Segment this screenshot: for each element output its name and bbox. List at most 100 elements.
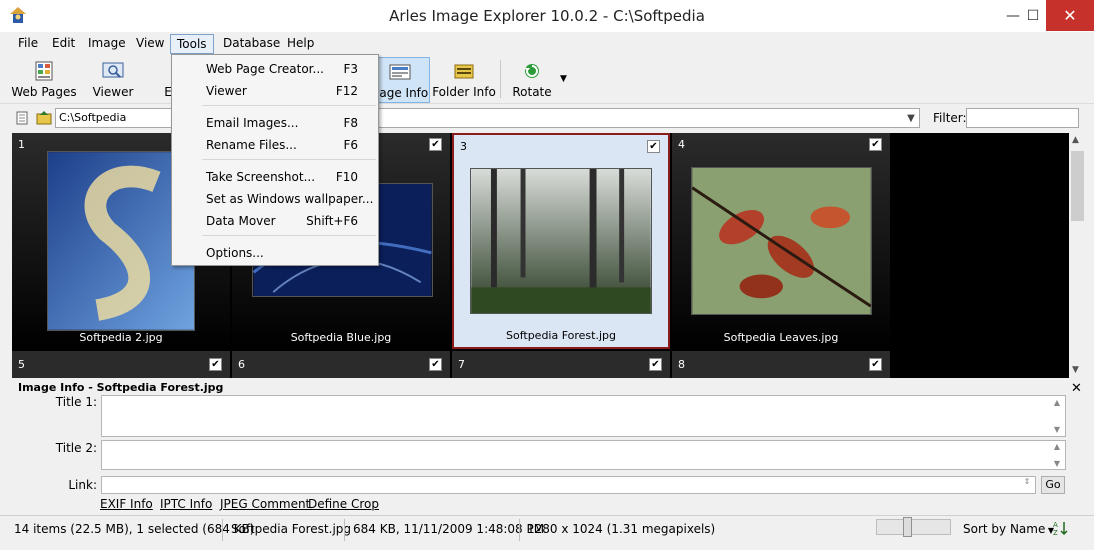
field-spin-icon[interactable]: ⇕: [1020, 477, 1034, 486]
folder-up-icon[interactable]: [36, 110, 52, 125]
menu-item-label: Options...: [206, 246, 264, 260]
rotate-dropdown-icon[interactable]: ▼: [560, 74, 567, 84]
scroll-down-icon[interactable]: ▼: [1072, 365, 1079, 375]
menu-item-set-wallpaper[interactable]: Set as Windows wallpaper...: [174, 188, 376, 210]
folder-info-label: Folder Info: [432, 85, 496, 99]
menu-item-label: Web Page Creator...: [206, 62, 324, 76]
status-bar: 14 items (22.5 MB), 1 selected (684 KB) …: [0, 515, 1094, 550]
grid-scrollbar[interactable]: ▲ ▼: [1069, 133, 1086, 378]
menu-item-label: Rename Files...: [206, 138, 297, 152]
status-separator: [344, 519, 345, 541]
thumbnail-item[interactable]: 7 ✔: [452, 351, 670, 378]
go-button[interactable]: Go: [1041, 476, 1065, 494]
menu-item-label: Viewer: [206, 84, 247, 98]
thumbnail-number: 5: [18, 358, 25, 371]
path-dropdown-icon[interactable]: ▼: [903, 109, 919, 127]
menu-help[interactable]: Help: [281, 34, 320, 54]
menu-item-rename-files[interactable]: Rename Files... F6: [174, 134, 376, 156]
menu-item-shortcut: F10: [335, 170, 358, 184]
thumbnail-item-selected[interactable]: 3 ✔ Softpedia Forest.jpg: [452, 133, 670, 349]
field-scroll-up-icon[interactable]: ▲: [1050, 442, 1064, 451]
menu-database[interactable]: Database: [217, 34, 286, 54]
title-bar: Arles Image Explorer 10.0.2 - C:\Softped…: [0, 0, 1094, 32]
menu-item-shortcut: F3: [343, 62, 358, 76]
menu-file[interactable]: File: [12, 34, 44, 54]
exif-info-link[interactable]: EXIF Info: [100, 497, 153, 511]
document-icon[interactable]: [16, 111, 28, 125]
thumbnail-checkbox[interactable]: ✔: [869, 358, 882, 371]
menu-bar: File Edit Image View Tools Database Help: [0, 32, 1094, 54]
svg-text:A: A: [1053, 521, 1058, 529]
image-info-panel: Image Info - Softpedia Forest.jpg ✕ Titl…: [12, 379, 1086, 513]
image-info-icon: [389, 64, 411, 80]
zoom-slider-handle[interactable]: [903, 517, 912, 537]
thumbnail-checkbox[interactable]: ✔: [429, 138, 442, 151]
field-scroll-up-icon[interactable]: ▲: [1050, 398, 1064, 407]
thumbnail-caption: Softpedia Forest.jpg: [505, 329, 616, 342]
thumbnail-caption: Softpedia Blue.jpg: [290, 331, 392, 344]
thumbnail-number: 3: [460, 140, 467, 153]
menu-item-web-page-creator[interactable]: Web Page Creator... F3: [174, 58, 376, 80]
web-pages-label: Web Pages: [11, 85, 77, 99]
menu-tools[interactable]: Tools: [170, 34, 214, 54]
sort-az-icon[interactable]: A Z: [1052, 519, 1070, 537]
define-crop-link[interactable]: Define Crop: [308, 497, 379, 511]
menu-item-email-images[interactable]: Email Images... F8: [174, 112, 376, 134]
status-items: 14 items (22.5 MB), 1 selected (684 KB): [14, 522, 255, 536]
link-field[interactable]: ⇕: [101, 476, 1036, 494]
filter-input[interactable]: [966, 108, 1079, 128]
title1-field[interactable]: ▲ ▼: [101, 395, 1066, 437]
menu-view[interactable]: View: [130, 34, 170, 54]
thumbnail-item[interactable]: 6 ✔: [232, 351, 450, 378]
thumbnail-checkbox[interactable]: ✔: [429, 358, 442, 371]
thumbnail-number: 6: [238, 358, 245, 371]
web-pages-button[interactable]: Web Pages: [10, 57, 78, 103]
field-scroll-down-icon[interactable]: ▼: [1050, 459, 1064, 468]
field-scroll-down-icon[interactable]: ▼: [1050, 425, 1064, 434]
menu-item-data-mover[interactable]: Data Mover Shift+F6: [174, 210, 376, 232]
thumbnail-checkbox[interactable]: ✔: [869, 138, 882, 151]
thumbnail-item[interactable]: 8 ✔: [672, 351, 890, 378]
menu-image[interactable]: Image: [82, 34, 132, 54]
sort-dropdown[interactable]: Sort by Name ▼: [963, 522, 1054, 536]
web-pages-icon: [35, 61, 53, 81]
viewer-label: Viewer: [92, 85, 134, 99]
thumbnail-checkbox[interactable]: ✔: [647, 140, 660, 153]
scroll-up-icon[interactable]: ▲: [1072, 135, 1079, 145]
title2-label: Title 2:: [55, 441, 97, 455]
svg-text:Z: Z: [1053, 529, 1058, 537]
zoom-slider-track[interactable]: [876, 519, 951, 535]
thumbnail-image: [470, 168, 652, 314]
title2-field[interactable]: ▲ ▼: [101, 440, 1066, 470]
image-info-label: nage Info: [371, 86, 429, 100]
close-icon[interactable]: ✕: [1071, 381, 1082, 396]
menu-item-shortcut: F6: [343, 138, 358, 152]
thumbnail-caption: Softpedia 2.jpg: [79, 331, 163, 344]
viewer-button[interactable]: Viewer: [88, 57, 138, 103]
close-button[interactable]: ✕: [1046, 0, 1094, 31]
maximize-button[interactable]: ☐: [1024, 0, 1042, 31]
menu-separator: [202, 235, 376, 236]
status-dimensions: 1280 x 1024 (1.31 megapixels): [527, 522, 716, 536]
toolbar-separator: [500, 60, 501, 98]
menu-separator: [202, 105, 376, 106]
thumbnail-item[interactable]: 4 ✔ Softpedia Leaves.jpg: [672, 133, 890, 349]
menu-item-viewer[interactable]: Viewer F12: [174, 80, 376, 102]
thumbnail-checkbox[interactable]: ✔: [209, 358, 222, 371]
menu-edit[interactable]: Edit: [46, 34, 81, 54]
thumbnail-checkbox[interactable]: ✔: [649, 358, 662, 371]
status-filename: Softpedia Forest.jpg: [231, 522, 352, 536]
menu-item-options[interactable]: Options...: [174, 242, 376, 264]
menu-item-take-screenshot[interactable]: Take Screenshot... F10: [174, 166, 376, 188]
toolbar: Web Pages Viewer E nage Info Folder Info: [0, 54, 1094, 104]
jpeg-comment-link[interactable]: JPEG Comment: [220, 497, 310, 511]
thumbnail-item[interactable]: 5 ✔: [12, 351, 230, 378]
scroll-thumb[interactable]: [1071, 151, 1084, 221]
iptc-info-link[interactable]: IPTC Info: [160, 497, 212, 511]
thumbnail-number: 7: [458, 358, 465, 371]
image-info-button[interactable]: nage Info: [370, 57, 430, 103]
thumbnail-number: 8: [678, 358, 685, 371]
thumbnail-image: [691, 167, 872, 315]
folder-info-button[interactable]: Folder Info: [432, 57, 496, 103]
rotate-button[interactable]: Rotate: [510, 57, 554, 103]
